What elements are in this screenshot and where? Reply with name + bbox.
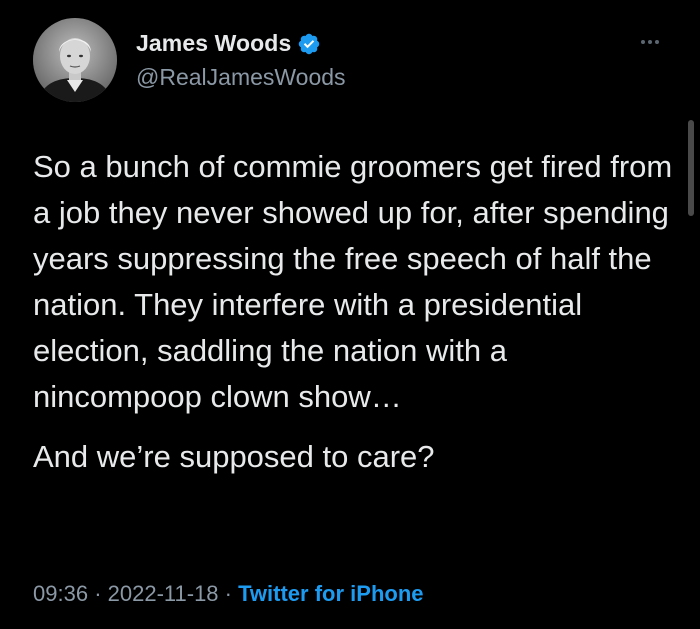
tweet-text-paragraph: And we’re supposed to care? xyxy=(33,439,435,474)
avatar[interactable] xyxy=(33,18,117,102)
separator: · xyxy=(94,581,102,606)
tweet-body: So a bunch of commie groomers get fired … xyxy=(33,144,678,480)
more-dot-icon xyxy=(655,40,659,44)
author-display-name[interactable]: James Woods xyxy=(136,30,291,57)
separator: · xyxy=(224,581,232,606)
tweet: James Woods @RealJamesWoods So a bunch o… xyxy=(0,0,700,629)
tweet-time[interactable]: 09:36 xyxy=(33,581,88,606)
verified-badge-icon xyxy=(297,32,321,56)
author-handle[interactable]: @RealJamesWoods xyxy=(136,64,346,91)
tweet-source-link[interactable]: Twitter for iPhone xyxy=(238,581,423,606)
avatar-photo-icon xyxy=(33,18,117,102)
more-options-button[interactable] xyxy=(636,32,664,52)
tweet-date[interactable]: 2022-11-18 xyxy=(108,581,219,606)
author-name-row: James Woods xyxy=(136,30,321,57)
more-dot-icon xyxy=(641,40,645,44)
scrollbar-thumb[interactable] xyxy=(688,120,694,216)
tweet-text-paragraph: So a bunch of commie groomers get fired … xyxy=(33,149,673,414)
tweet-metadata: 09:36 · 2022-11-18 · Twitter for iPhone xyxy=(33,581,424,607)
more-dot-icon xyxy=(648,40,652,44)
